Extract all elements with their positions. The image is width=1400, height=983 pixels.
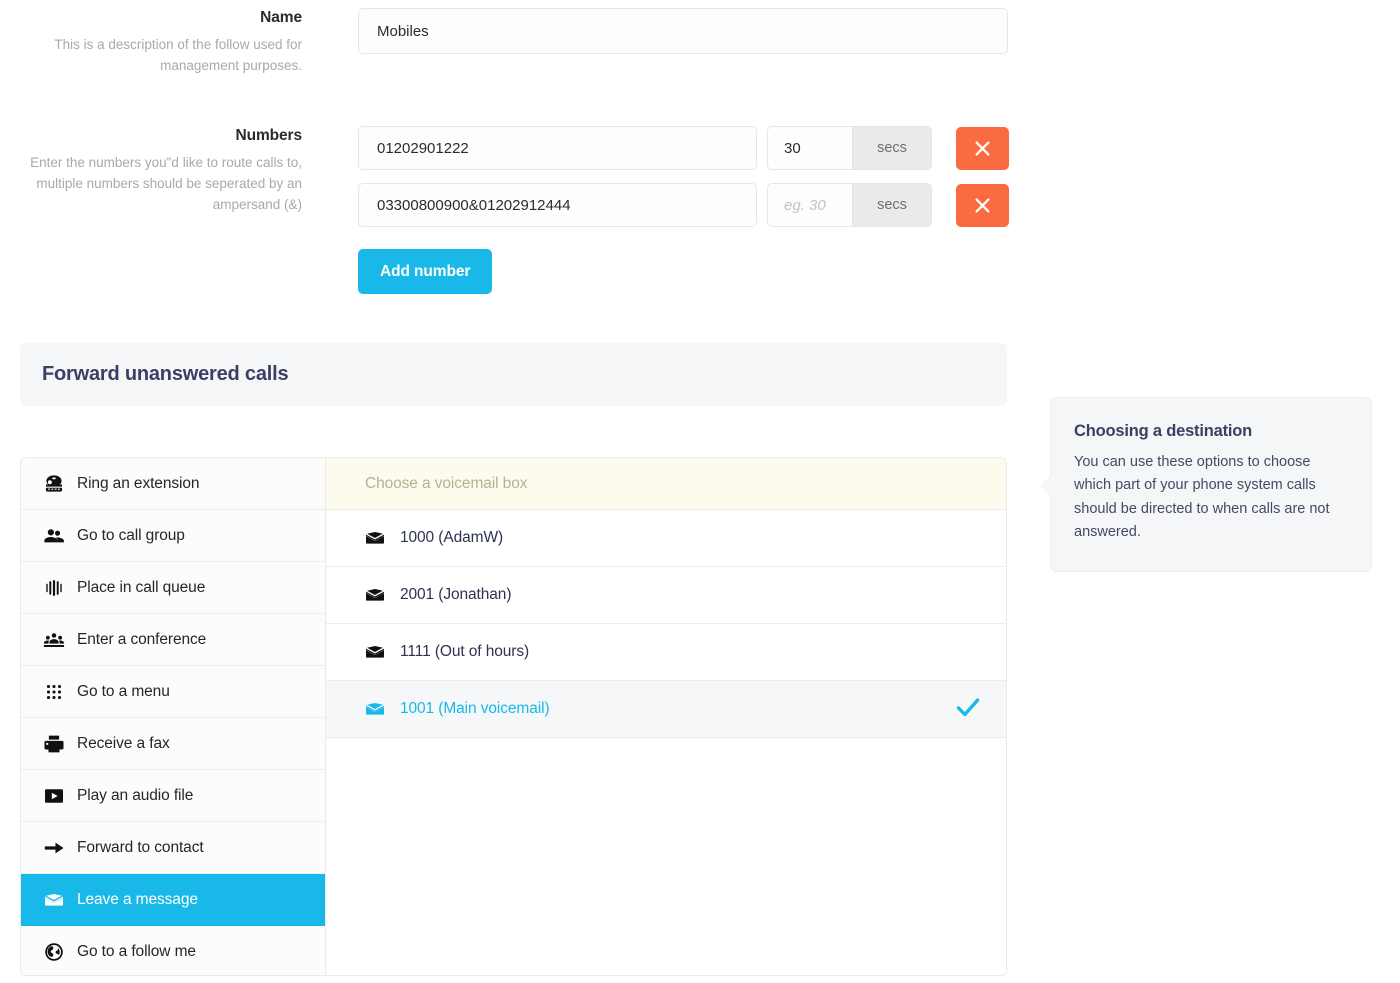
help-tooltip-title: Choosing a destination (1074, 422, 1253, 440)
keypad-icon (46, 684, 62, 699)
users-icon (44, 528, 64, 542)
telephone-icon (45, 474, 63, 492)
number-input[interactable] (358, 183, 757, 227)
envelope-icon (366, 532, 384, 544)
voicemail-box-label: 1111 (Out of hours) (400, 643, 530, 660)
globe-icon (43, 941, 77, 963)
destination-option-label: Play an audio file (77, 786, 194, 804)
voicemail-box-item[interactable]: 2001 (Jonathan) (326, 567, 1006, 624)
number-input-wrapper (358, 183, 757, 227)
seconds-input[interactable] (768, 127, 852, 169)
close-icon (975, 197, 990, 213)
destination-chooser: Ring an extension Go to call group Place i… (20, 457, 1007, 976)
number-row: secs (358, 183, 1009, 227)
users-icon (43, 525, 77, 547)
destination-option-play-an-audio-file[interactable]: Play an audio file (21, 770, 325, 822)
destination-option-label: Ring an extension (77, 474, 200, 492)
destination-option-label: Place in call queue (77, 578, 206, 596)
help-tooltip-body: You can use these options to choose whic… (1074, 454, 1330, 541)
destination-option-label: Enter a conference (77, 630, 207, 648)
destination-option-label: Go to a menu (77, 682, 170, 700)
section-header: Forward unanswered calls (20, 343, 1007, 406)
name-label: Name (260, 9, 302, 26)
seconds-input-group: secs (767, 183, 932, 227)
conference-icon (43, 629, 77, 651)
envelope-icon (45, 893, 63, 906)
call-queue-icon (46, 579, 62, 596)
fax-icon (44, 735, 64, 752)
tooltip-arrow-icon (1040, 474, 1052, 498)
envelope-icon (366, 703, 384, 715)
numbers-help-text: Enter the numbers you"d like to route ca… (30, 154, 302, 212)
destination-option-label: Forward to contact (77, 838, 204, 856)
seconds-suffix-label: secs (852, 127, 931, 169)
help-tooltip: Choosing a destination You can use these… (1040, 397, 1372, 572)
destination-values-panel: Choose a voicemail box 1000 (AdamW) 2001 … (326, 458, 1006, 975)
remove-number-button[interactable] (956, 126, 1009, 170)
destination-option-receive-a-fax[interactable]: Receive a fax (21, 718, 325, 770)
name-help-text: This is a description of the follow used… (54, 36, 302, 73)
name-label-column: Name This is a description of the follow… (0, 8, 320, 77)
envelope-icon (43, 889, 77, 911)
destination-option-label: Leave a message (77, 890, 198, 908)
name-form-row: Name This is a description of the follow… (0, 8, 320, 77)
fax-icon (43, 733, 77, 755)
voicemail-box-item[interactable]: 1000 (AdamW) (326, 510, 1006, 567)
destination-option-place-in-call-queue[interactable]: Place in call queue (21, 562, 325, 614)
globe-icon (45, 943, 63, 961)
envelope-icon (366, 589, 384, 601)
destination-option-ring-an-extension[interactable]: Ring an extension (21, 458, 325, 510)
envelope-icon (364, 641, 400, 663)
arrow-right-icon (44, 842, 64, 853)
seconds-input[interactable] (768, 184, 852, 226)
destination-option-go-to-a-menu[interactable]: Go to a menu (21, 666, 325, 718)
envelope-icon (364, 527, 400, 549)
destination-option-label: Go to call group (77, 526, 185, 544)
envelope-icon (364, 584, 400, 606)
destination-option-enter-a-conference[interactable]: Enter a conference (21, 614, 325, 666)
add-number-button[interactable]: Add number (358, 249, 493, 294)
destination-option-label: Receive a fax (77, 734, 170, 752)
numbers-form-row: Numbers Enter the numbers you"d like to … (0, 126, 320, 216)
destination-option-go-to-a-follow-me[interactable]: Go to a follow me (21, 926, 325, 975)
numbers-control-group: secs secs Add number (358, 126, 1009, 294)
voicemail-box-item[interactable]: 1001 (Main voicemail) (326, 681, 1006, 738)
numbers-label-column: Numbers Enter the numbers you"d like to … (0, 126, 320, 216)
destination-option-forward-to-contact[interactable]: Forward to contact (21, 822, 325, 874)
conference-icon (43, 632, 65, 647)
voicemail-box-label: 2001 (Jonathan) (400, 586, 512, 603)
voicemail-box-label: 1001 (Main voicemail) (400, 700, 550, 717)
destination-options-list: Ring an extension Go to call group Place i… (21, 458, 326, 975)
remove-number-button[interactable] (956, 183, 1009, 227)
destination-option-go-to-call-group[interactable]: Go to call group (21, 510, 325, 562)
voicemail-box-item[interactable]: 1111 (Out of hours) (326, 624, 1006, 681)
check-icon (954, 693, 982, 726)
name-input[interactable] (358, 8, 1008, 54)
play-icon (45, 788, 63, 803)
envelope-icon (364, 698, 400, 720)
section-title: Forward unanswered calls (42, 363, 289, 385)
telephone-icon (43, 473, 77, 495)
seconds-input-group: secs (767, 126, 932, 170)
number-row: secs (358, 126, 1009, 170)
seconds-suffix-label: secs (852, 184, 931, 226)
voicemail-box-label: 1000 (AdamW) (400, 529, 504, 546)
name-input-wrapper (358, 8, 1008, 54)
call-queue-icon (43, 577, 77, 599)
arrow-right-icon (43, 837, 77, 859)
values-panel-header: Choose a voicemail box (326, 458, 1006, 510)
number-input[interactable] (358, 126, 757, 170)
numbers-label: Numbers (235, 127, 303, 144)
keypad-icon (43, 681, 77, 703)
destination-option-leave-a-message[interactable]: Leave a message (21, 874, 325, 926)
close-icon (975, 140, 990, 156)
number-input-wrapper (358, 126, 757, 170)
envelope-icon (366, 646, 384, 658)
play-icon (43, 785, 77, 807)
voicemail-box-list: 1000 (AdamW) 2001 (Jonathan) 1111 (Out of … (326, 510, 1006, 738)
destination-option-label: Go to a follow me (77, 943, 196, 960)
